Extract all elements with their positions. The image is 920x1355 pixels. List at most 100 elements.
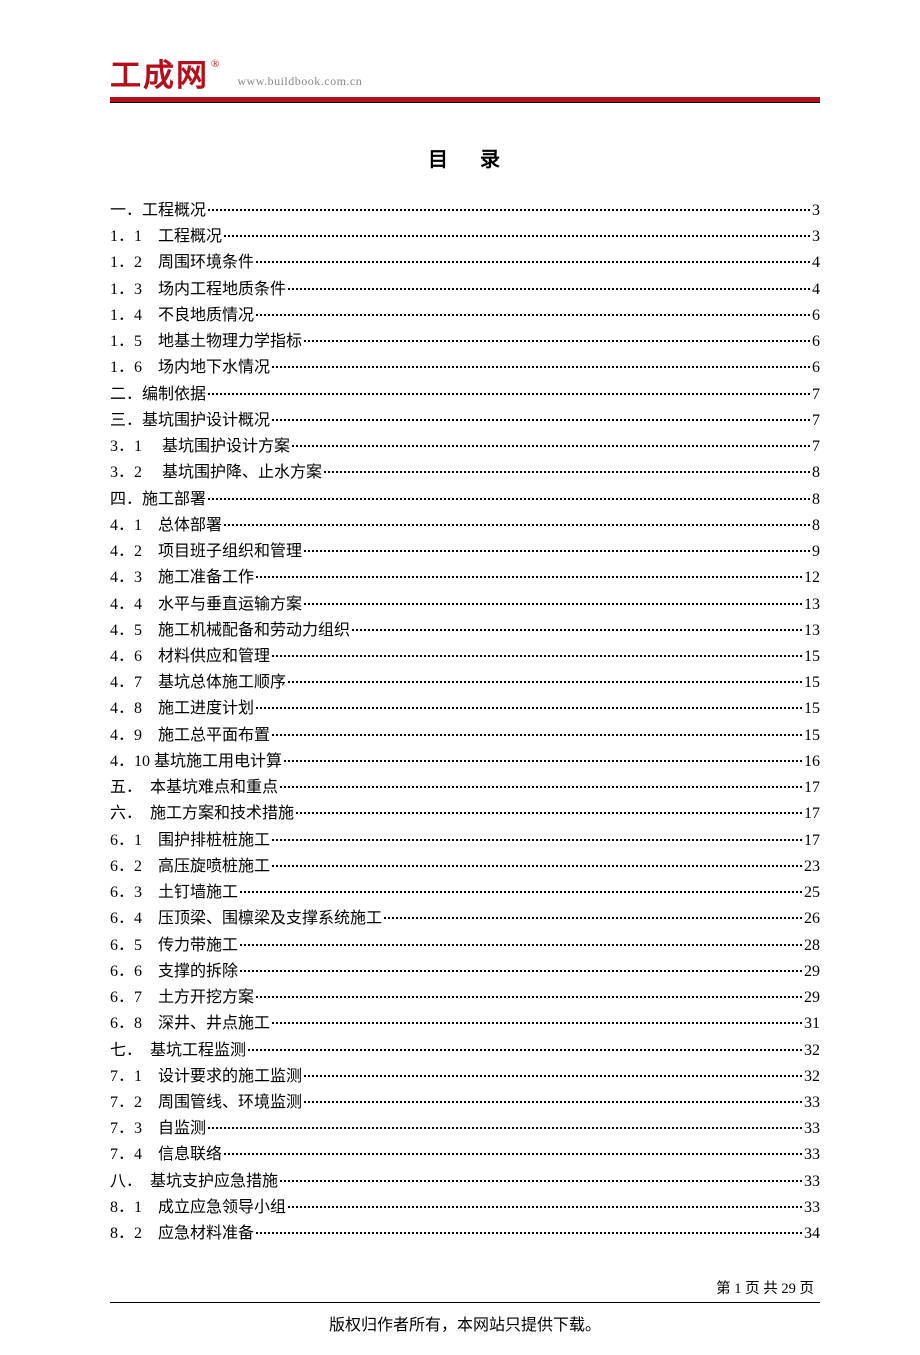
toc-label: 1．5 地基土物理力学指标 — [110, 329, 302, 355]
toc-label: 4．1 总体部署 — [110, 513, 222, 539]
toc-row: 4．10 基坑施工用电计算16 — [110, 749, 820, 775]
copyright-text: 版权归作者所有，本网站只提供下载。 — [110, 1311, 820, 1335]
toc-leader-dots — [324, 471, 810, 473]
toc-page-number: 31 — [804, 1011, 820, 1037]
toc-label: 7．2 周围管线、环境监测 — [110, 1090, 302, 1116]
toc-leader-dots — [304, 1075, 802, 1077]
toc-row: 八． 基坑支护应急措施33 — [110, 1169, 820, 1195]
toc-leader-dots — [288, 288, 810, 290]
toc-label: 4．9 施工总平面布置 — [110, 723, 270, 749]
header-divider — [110, 97, 820, 103]
toc-leader-dots — [304, 603, 802, 605]
toc-label: 7．3 自监测 — [110, 1116, 206, 1142]
toc-page-number: 25 — [804, 880, 820, 906]
toc-label: 4．7 基坑总体施工顺序 — [110, 670, 286, 696]
toc-leader-dots — [280, 786, 802, 788]
toc-row: 4．8 施工进度计划15 — [110, 696, 820, 722]
toc-label: 二．编制依据 — [110, 382, 206, 408]
toc-page-number: 13 — [804, 592, 820, 618]
toc-page-number: 32 — [804, 1064, 820, 1090]
toc-row: 七． 基坑工程监测32 — [110, 1038, 820, 1064]
toc-page-number: 17 — [804, 828, 820, 854]
toc-page-number: 6 — [812, 303, 820, 329]
toc-label: 4．6 材料供应和管理 — [110, 644, 270, 670]
toc-leader-dots — [208, 393, 810, 395]
toc-leader-dots — [352, 629, 802, 631]
toc-label: 1．6 场内地下水情况 — [110, 355, 270, 381]
toc-row: 6．5 传力带施工28 — [110, 933, 820, 959]
toc-label: 6．6 支撑的拆除 — [110, 959, 238, 985]
toc-leader-dots — [256, 707, 802, 709]
toc-leader-dots — [284, 760, 802, 762]
toc-label: 六． 施工方案和技术措施 — [110, 801, 294, 827]
toc-leader-dots — [384, 917, 802, 919]
toc-leader-dots — [272, 419, 810, 421]
toc-row: 7．2 周围管线、环境监测 33 — [110, 1090, 820, 1116]
toc-row: 4．4 水平与垂直运输方案13 — [110, 592, 820, 618]
toc-page-number: 6 — [812, 355, 820, 381]
logo-text: 工成网 — [110, 60, 209, 91]
toc-label: 1．4 不良地质情况 — [110, 303, 254, 329]
toc-label: 6．1 围护排桩桩施工 — [110, 828, 270, 854]
toc-page-number: 33 — [804, 1090, 820, 1116]
toc-page-number: 8 — [812, 460, 820, 486]
toc-label: 6．2 高压旋喷桩施工 — [110, 854, 270, 880]
toc-row: 6．4 压顶梁、围檩梁及支撑系统施工26 — [110, 906, 820, 932]
toc-row: 五． 本基坑难点和重点 17 — [110, 775, 820, 801]
toc-leader-dots — [256, 261, 810, 263]
toc-page-number: 3 — [812, 224, 820, 250]
toc-row: 8．2 应急材料准备34 — [110, 1221, 820, 1247]
toc-label: 7．1 设计要求的施工监测 — [110, 1064, 302, 1090]
registered-mark-icon: ® — [211, 58, 219, 70]
toc-label: 4．2 项目班子组织和管理 — [110, 539, 302, 565]
toc-row: 7．3 自监测 33 — [110, 1116, 820, 1142]
toc-label: 三．基坑围护设计概况 — [110, 408, 270, 434]
toc-leader-dots — [280, 1180, 802, 1182]
toc-label: 四．施工部署 — [110, 487, 206, 513]
toc-label: 8．1 成立应急领导小组 — [110, 1195, 286, 1221]
toc-label: 1．2 周围环境条件 — [110, 250, 254, 276]
toc-page-number: 17 — [804, 801, 820, 827]
toc-leader-dots — [256, 314, 810, 316]
toc-leader-dots — [208, 498, 810, 500]
toc-leader-dots — [224, 1153, 802, 1155]
toc-page-number: 13 — [804, 618, 820, 644]
toc-leader-dots — [256, 996, 802, 998]
toc-label: 1．1 工程概况 — [110, 224, 222, 250]
toc-page-number: 29 — [804, 985, 820, 1011]
toc-label: 五． 本基坑难点和重点 — [110, 775, 278, 801]
toc-page-number: 33 — [804, 1116, 820, 1142]
toc-row: 4．2 项目班子组织和管理9 — [110, 539, 820, 565]
toc-label: 八． 基坑支护应急措施 — [110, 1169, 278, 1195]
toc-row: 4．6 材料供应和管理15 — [110, 644, 820, 670]
toc-leader-dots — [304, 1101, 802, 1103]
toc-leader-dots — [272, 734, 802, 736]
toc-label: 7．4 信息联络 — [110, 1142, 222, 1168]
toc-leader-dots — [292, 445, 810, 447]
toc-page-number: 4 — [812, 250, 820, 276]
toc-label: 3．1 基坑围护设计方案 — [110, 434, 290, 460]
toc-leader-dots — [256, 576, 802, 578]
toc-label: 6．8 深井、井点施工 — [110, 1011, 270, 1037]
page-number: 第 1 页 共 29 页 — [110, 1277, 820, 1298]
toc-row: 1．2 周围环境条件 4 — [110, 250, 820, 276]
toc-row: 3．1 基坑围护设计方案 7 — [110, 434, 820, 460]
toc-leader-dots — [240, 944, 802, 946]
toc-row: 1．5 地基土物理力学指标6 — [110, 329, 820, 355]
toc-row: 4．1 总体部署 8 — [110, 513, 820, 539]
toc-row: 4．7 基坑总体施工顺序15 — [110, 670, 820, 696]
table-of-contents: 一．工程概况31．1 工程概况3 1．2 周围环境条件 41．3 场内工程地质条… — [110, 198, 820, 1247]
site-url: www.buildbook.com.cn — [237, 74, 362, 89]
toc-row: 6．1 围护排桩桩施工 17 — [110, 828, 820, 854]
toc-page-number: 15 — [804, 696, 820, 722]
toc-page-number: 17 — [804, 775, 820, 801]
page-header: 工成网 ® www.buildbook.com.cn — [110, 60, 820, 95]
toc-page-number: 34 — [804, 1221, 820, 1247]
toc-row: 1．6 场内地下水情况 6 — [110, 355, 820, 381]
toc-leader-dots — [256, 1232, 802, 1234]
toc-page-number: 8 — [812, 487, 820, 513]
toc-label: 4．10 基坑施工用电计算 — [110, 749, 282, 775]
toc-leader-dots — [224, 524, 810, 526]
toc-leader-dots — [304, 340, 810, 342]
toc-page-number: 15 — [804, 723, 820, 749]
